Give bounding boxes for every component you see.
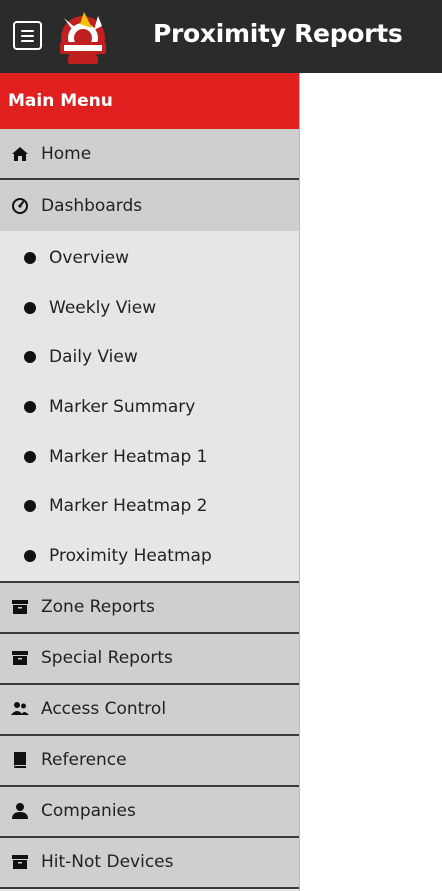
sidebar-item-reference[interactable]: Reference [0, 735, 299, 787]
submenu-item-daily-view[interactable]: Daily View [0, 332, 299, 382]
sidebar-item-label: Special Reports [41, 648, 173, 669]
submenu-item-label: Marker Summary [49, 396, 196, 417]
archive-box-icon [10, 648, 30, 668]
submenu-item-marker-heatmap-2[interactable]: Marker Heatmap 2 [0, 481, 299, 531]
sidebar-item-label: Access Control [41, 699, 167, 720]
dashboard-icon [10, 196, 30, 216]
archive-box-icon [10, 852, 30, 872]
bullet-icon [24, 400, 36, 413]
submenu-item-label: Weekly View [49, 297, 157, 318]
sidebar-item-access-control[interactable]: Access Control [0, 684, 299, 736]
submenu-item-proximity-heatmap[interactable]: Proximity Heatmap [0, 531, 299, 581]
submenu-item-label: Marker Heatmap 1 [49, 446, 208, 467]
submenu-item-label: Overview [49, 247, 130, 268]
bullet-icon [24, 301, 36, 314]
submenu-item-marker-heatmap-1[interactable]: Marker Heatmap 1 [0, 432, 299, 482]
sidebar-item-special-reports[interactable]: Special Reports [0, 633, 299, 685]
bullet-icon [24, 450, 36, 463]
sidebar-item-label: Dashboards [41, 195, 143, 216]
archive-box-icon [10, 597, 30, 617]
hamburger-menu-icon[interactable] [13, 21, 42, 50]
sidebar: Main Menu Home Dashboards Overview Weekl… [0, 73, 300, 891]
submenu-item-marker-summary[interactable]: Marker Summary [0, 382, 299, 432]
hit-not-logo [60, 12, 106, 64]
sidebar-item-hit-not-devices[interactable]: Hit-Not Devices [0, 837, 299, 889]
sidebar-item-label: Hit-Not Devices [41, 852, 174, 873]
app-title: Proximity Reports [153, 19, 403, 48]
submenu-item-label: Proximity Heatmap [49, 545, 212, 566]
users-icon [10, 699, 30, 719]
sidebar-item-label: Home [41, 143, 92, 164]
dashboards-submenu: Overview Weekly View Daily View Marker S… [0, 231, 299, 583]
home-icon [10, 144, 30, 164]
submenu-item-label: Marker Heatmap 2 [49, 496, 208, 517]
bullet-icon [24, 549, 36, 562]
sidebar-item-home[interactable]: Home [0, 129, 299, 180]
sidebar-item-zone-reports[interactable]: Zone Reports [0, 582, 299, 634]
submenu-item-label: Daily View [49, 347, 138, 368]
bullet-icon [24, 251, 36, 264]
sidebar-item-label: Companies [41, 801, 136, 822]
bullet-icon [24, 500, 36, 513]
top-bar: Proximity Reports [0, 0, 442, 73]
sidebar-item-label: Zone Reports [41, 597, 155, 618]
submenu-item-weekly-view[interactable]: Weekly View [0, 283, 299, 333]
user-icon [10, 801, 30, 821]
submenu-item-overview[interactable]: Overview [0, 233, 299, 283]
bullet-icon [24, 351, 36, 364]
sidebar-item-label: Reference [41, 750, 127, 771]
sidebar-item-dashboards[interactable]: Dashboards [0, 180, 299, 231]
sidebar-item-companies[interactable]: Companies [0, 786, 299, 838]
book-icon [10, 750, 30, 770]
main-menu-heading: Main Menu [0, 73, 299, 129]
